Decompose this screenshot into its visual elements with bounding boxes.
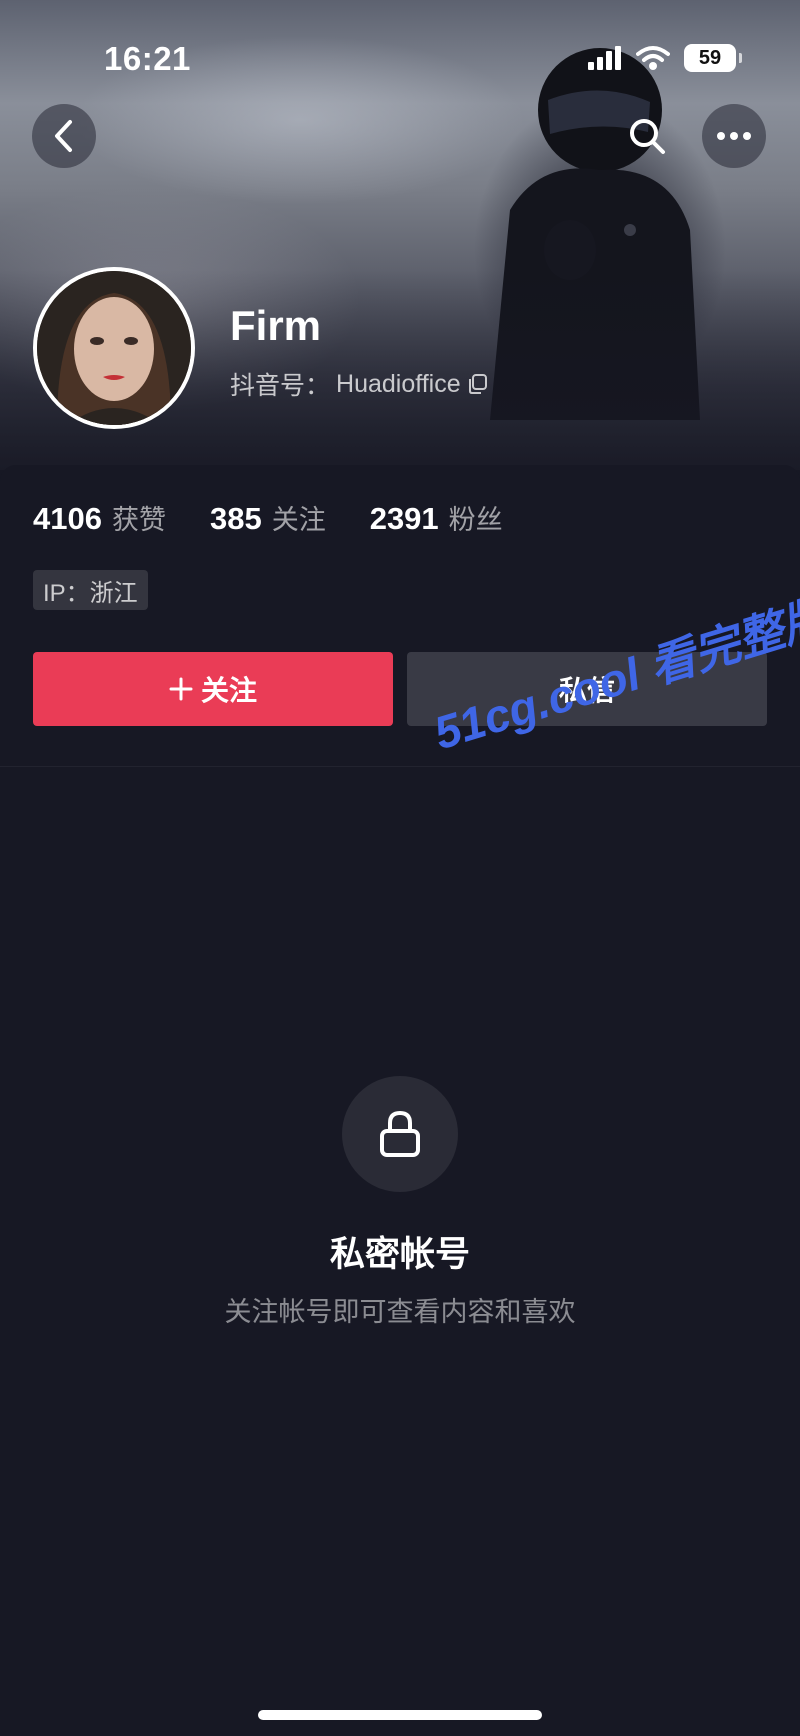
ip-location-tag: IP：浙江: [33, 570, 148, 610]
private-account-subtitle: 关注帐号即可查看内容和喜欢: [224, 1297, 576, 1327]
back-button[interactable]: [32, 104, 96, 168]
search-icon: [630, 119, 665, 154]
status-bar: 16:21 59: [0, 0, 800, 110]
profile-id: 抖音号： Huadioffice: [230, 366, 489, 402]
stat-label: 粉丝: [448, 505, 503, 535]
more-icon: [717, 132, 751, 140]
stat-label: 获赞: [111, 505, 166, 535]
chevron-left-icon: [55, 120, 72, 152]
stats-row: 4106 获赞 385 关注 2391 粉丝: [33, 498, 547, 537]
stat-value: 2391: [369, 501, 439, 536]
stat-followers[interactable]: 2391 粉丝: [370, 498, 503, 537]
battery-icon: 59: [684, 44, 742, 72]
home-indicator[interactable]: [258, 1710, 542, 1720]
stat-value: 4106: [33, 501, 102, 536]
private-lock-badge: [342, 1076, 458, 1192]
battery-level: 59: [698, 46, 722, 69]
stat-label: 关注: [271, 505, 326, 535]
avatar-portrait: [37, 271, 191, 425]
divider: [0, 766, 800, 767]
profile-id-value: Huadioffice: [336, 369, 461, 398]
more-button[interactable]: [702, 104, 766, 168]
status-icons: 59: [588, 42, 742, 74]
stat-following[interactable]: 385 关注: [210, 498, 326, 537]
profile-id-label: 抖音号：: [230, 372, 331, 400]
profile-name: Firm: [230, 302, 322, 349]
avatar[interactable]: [33, 267, 195, 429]
copy-icon[interactable]: [467, 373, 489, 395]
lock-icon: [380, 1110, 420, 1157]
follow-button[interactable]: 关注: [33, 652, 393, 726]
stat-value: 385: [209, 501, 262, 536]
search-button[interactable]: [615, 104, 679, 168]
wifi-icon: [636, 46, 670, 70]
private-account-title: 私密帐号: [329, 1235, 470, 1274]
plus-icon: [169, 677, 193, 701]
signal-icon: [588, 46, 621, 70]
status-time: 16:21: [104, 40, 191, 77]
follow-button-label: 关注: [200, 675, 257, 706]
stat-likes[interactable]: 4106 获赞: [33, 498, 166, 537]
